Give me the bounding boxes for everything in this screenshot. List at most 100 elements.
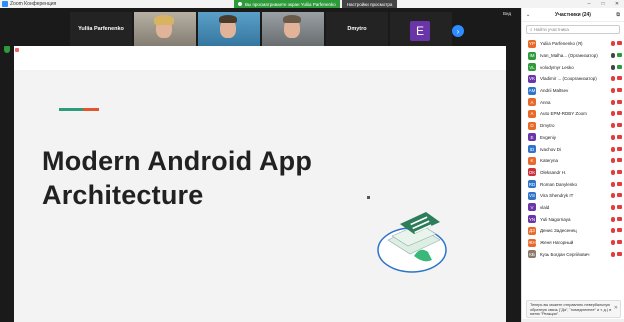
minimize-icon[interactable]: – — [582, 1, 596, 7]
participant-row[interactable]: YN Yuli Nagornaya — [522, 213, 624, 225]
app-icon — [15, 48, 19, 52]
reactions-tip-text: Теперь вы можете отправлять невербальную… — [530, 303, 612, 317]
participant-name: Кузь Богдан Сергійович — [540, 251, 590, 257]
camera-off-icon — [617, 99, 622, 104]
participant-name: Денис Задесенец — [540, 228, 577, 234]
participant-row[interactable]: VL volodymyr Lesko — [522, 61, 624, 73]
next-page-icon[interactable]: › — [452, 25, 464, 37]
accent-line-green — [59, 108, 83, 111]
zoom-logo-icon — [2, 1, 8, 7]
slide-header-area — [14, 46, 506, 70]
popout-icon[interactable]: ⧉ — [616, 12, 620, 18]
participant-row[interactable]: K Kateryna — [522, 155, 624, 167]
mic-muted-icon — [611, 251, 615, 257]
participant-video — [154, 15, 174, 38]
camera-off-icon — [617, 240, 622, 245]
mic-muted-icon — [611, 99, 615, 105]
camera-off-icon — [617, 204, 622, 209]
participant-name: Yuliia Parfenenko (Я) — [540, 41, 583, 47]
accent-line-orange — [83, 108, 99, 111]
close-icon[interactable]: ✕ — [610, 1, 624, 7]
participant-status — [609, 88, 624, 94]
participant-row[interactable]: D Dmytro — [522, 120, 624, 132]
mic-muted-icon — [611, 134, 615, 140]
participant-row[interactable]: ДЗ Денис Задесенец — [522, 225, 624, 237]
mic-muted-icon — [611, 169, 615, 175]
participant-status — [609, 193, 624, 199]
collapse-icon[interactable]: ⌄ — [526, 12, 530, 18]
screen-share-bar: Вы просматриваете экран Yuliia Parfenenk… — [234, 0, 398, 8]
avatar: ДЗ — [528, 226, 536, 235]
participant-status — [609, 134, 624, 140]
mic-icon — [611, 64, 615, 70]
mic-muted-icon — [611, 123, 615, 129]
mic-muted-icon — [611, 240, 615, 246]
participant-row[interactable]: КБ Кузь Богдан Сергійович — [522, 248, 624, 260]
participant-name: Vira Shendryk IT — [540, 193, 574, 199]
participant-name: volodymyr Lesko — [540, 64, 574, 70]
participant-row[interactable]: Vvlald — [522, 202, 624, 214]
participant-row[interactable]: OK Oleksandr H. — [522, 167, 624, 179]
maximize-icon[interactable]: □ — [596, 1, 610, 7]
participant-name: Vladimir ... (Соорганизатор) — [540, 76, 597, 82]
participant-status — [609, 216, 624, 222]
accent-line — [59, 108, 99, 111]
camera-off-icon — [617, 216, 622, 221]
slide-title: Modern Android App Architecture — [42, 144, 312, 212]
participant-row[interactable]: VK Vladimir ... (Соорганизатор) — [522, 73, 624, 85]
avatar: A — [528, 98, 536, 107]
camera-off-icon — [617, 41, 622, 46]
reactions-tip: Теперь вы можете отправлять невербальную… — [526, 300, 621, 318]
avatar: IM — [528, 51, 536, 60]
close-icon[interactable]: ✕ — [614, 306, 618, 311]
camera-off-icon — [617, 123, 622, 128]
camera-off-icon — [617, 158, 622, 163]
participant-status — [609, 158, 624, 164]
mic-muted-icon — [611, 204, 615, 210]
avatar: K — [528, 156, 536, 165]
participant-row[interactable]: E Evgeniy — [522, 132, 624, 144]
participant-row[interactable]: A Anna — [522, 96, 624, 108]
shield-icon[interactable] — [4, 46, 10, 53]
participant-status — [609, 240, 624, 246]
participant-name: Auto EPM-RDBY Zoom — [540, 111, 587, 117]
participant-search-input[interactable]: ⌕ Найти участника — [526, 25, 620, 34]
participant-row[interactable]: IM Ivan_Malha... (Организатор) — [522, 50, 624, 62]
participant-status — [609, 228, 624, 234]
view-menu-button[interactable]: Вид — [503, 11, 511, 16]
participant-list: YP Yuliia Parfenenko (Я) IM Ivan_Malha... (… — [522, 38, 624, 300]
participant-row[interactable]: A Auto EPM-RDBY Zoom — [522, 108, 624, 120]
participant-row[interactable]: AM Andrii Maltsev — [522, 85, 624, 97]
participant-status — [609, 53, 624, 59]
avatar: D — [528, 121, 536, 130]
participant-name: Женя Нагорный — [540, 240, 574, 246]
avatar: VL — [528, 63, 536, 72]
participant-status — [609, 76, 624, 82]
participant-row[interactable]: RD Roman Danylenko — [522, 178, 624, 190]
view-options-button[interactable]: Настройки просмотра — [341, 0, 398, 8]
avatar: VK — [528, 74, 536, 83]
camera-off-icon — [617, 146, 622, 151]
camera-off-icon — [617, 88, 622, 93]
avatar: E — [410, 21, 430, 41]
participant-name: Dmytro — [540, 123, 555, 129]
avatar: КБ — [528, 250, 536, 259]
participant-row[interactable]: VS Vira Shendryk IT — [522, 190, 624, 202]
participant-row[interactable]: YP Yuliia Parfenenko (Я) — [522, 38, 624, 50]
avatar: YN — [528, 215, 536, 224]
mic-muted-icon — [611, 216, 615, 222]
camera-off-icon — [617, 169, 622, 174]
share-indicator-icon — [238, 2, 242, 6]
participant-status — [609, 251, 624, 257]
camera-off-icon — [617, 76, 622, 81]
participant-row[interactable]: ЖН Женя Нагорный — [522, 237, 624, 249]
android-architecture-illustration — [377, 212, 447, 273]
participant-row[interactable]: ID Ivachov Di — [522, 143, 624, 155]
participant-name: vlald — [540, 204, 550, 210]
mic-muted-icon — [611, 41, 615, 47]
camera-icon — [617, 64, 622, 69]
participant-status — [609, 123, 624, 129]
mic-muted-icon — [611, 76, 615, 82]
participant-name: Evgeniy — [540, 134, 557, 140]
participant-status — [609, 181, 624, 187]
